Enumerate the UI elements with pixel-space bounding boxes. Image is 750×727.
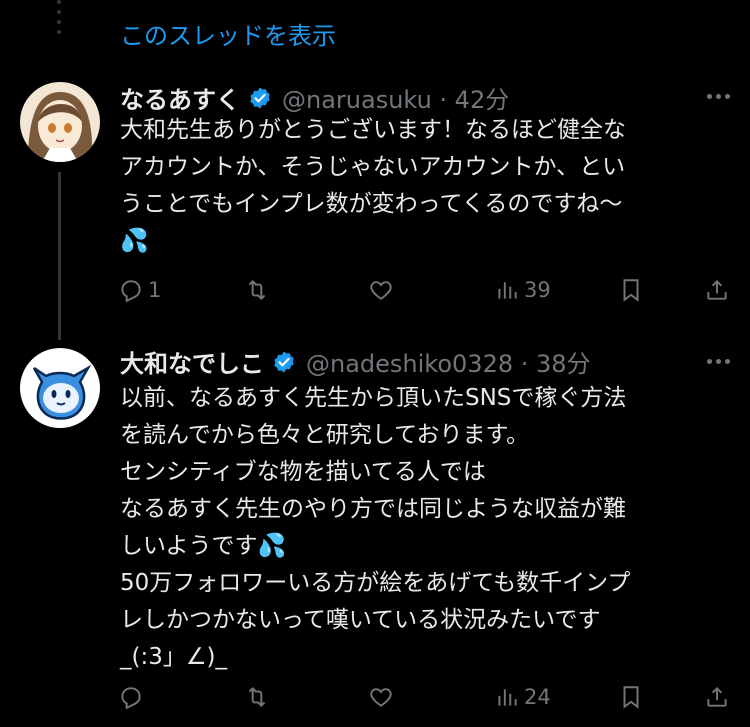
share-button[interactable] (704, 682, 730, 712)
reply-icon (121, 280, 141, 303)
like-icon (370, 688, 392, 707)
reply-icon (121, 687, 141, 710)
tweet[interactable]: なるあすく @naruasuku · 42分 大和先生ありがとうございます！なる… (0, 0, 750, 330)
views-count: 39 (524, 278, 551, 302)
verified-icon (250, 87, 270, 108)
action-bar: 1 39 (118, 275, 738, 305)
sweat-emoji: 💦 (120, 228, 149, 254)
views-count: 24 (524, 685, 551, 709)
verified-icon (274, 351, 294, 372)
views-icon (498, 689, 517, 706)
like-button[interactable] (368, 682, 394, 712)
avatar[interactable] (20, 348, 100, 428)
tweet-text: 以前、なるあすく先生から頂いたSNSで稼ぐ方法 を読んでから色々と研究しております… (120, 385, 631, 670)
handle-and-time[interactable]: @nadeshiko0328 · 38分 (306, 344, 591, 379)
reply-count: 1 (148, 278, 162, 302)
share-icon (707, 279, 727, 300)
views-icon (498, 282, 517, 299)
tweet-text: 大和先生ありがとうございます！なるほど健全な アカウントか、そうじゃないアカウント… (120, 112, 720, 260)
handle-and-time[interactable]: @naruasuku · 42分 (282, 80, 509, 115)
avatar[interactable] (20, 82, 100, 162)
views-button[interactable]: 39 (494, 275, 551, 305)
retweet-icon (248, 686, 266, 708)
display-name[interactable]: 大和なでしこ (120, 344, 264, 379)
bookmark-button[interactable] (618, 682, 644, 712)
retweet-icon (248, 279, 266, 301)
retweet-button[interactable] (244, 682, 270, 712)
views-button[interactable]: 24 (494, 682, 551, 712)
like-icon (370, 281, 392, 300)
reply-button[interactable]: 1 (118, 275, 161, 305)
avatar-image (20, 348, 100, 428)
bookmark-icon (623, 279, 639, 302)
display-name[interactable]: なるあすく (120, 80, 240, 115)
retweet-button[interactable] (244, 275, 270, 305)
avatar-image (20, 82, 100, 162)
share-button[interactable] (704, 275, 730, 305)
reply-button[interactable] (118, 682, 148, 712)
more-icon[interactable] (707, 359, 730, 364)
like-button[interactable] (368, 275, 394, 305)
share-icon (707, 686, 727, 707)
bookmark-button[interactable] (618, 275, 644, 305)
more-icon[interactable] (707, 94, 730, 99)
bookmark-icon (623, 686, 639, 709)
tweet[interactable]: 大和なでしこ @nadeshiko0328 · 38分 以前、なるあすく先生から… (0, 330, 750, 727)
action-bar: 24 (118, 682, 738, 712)
